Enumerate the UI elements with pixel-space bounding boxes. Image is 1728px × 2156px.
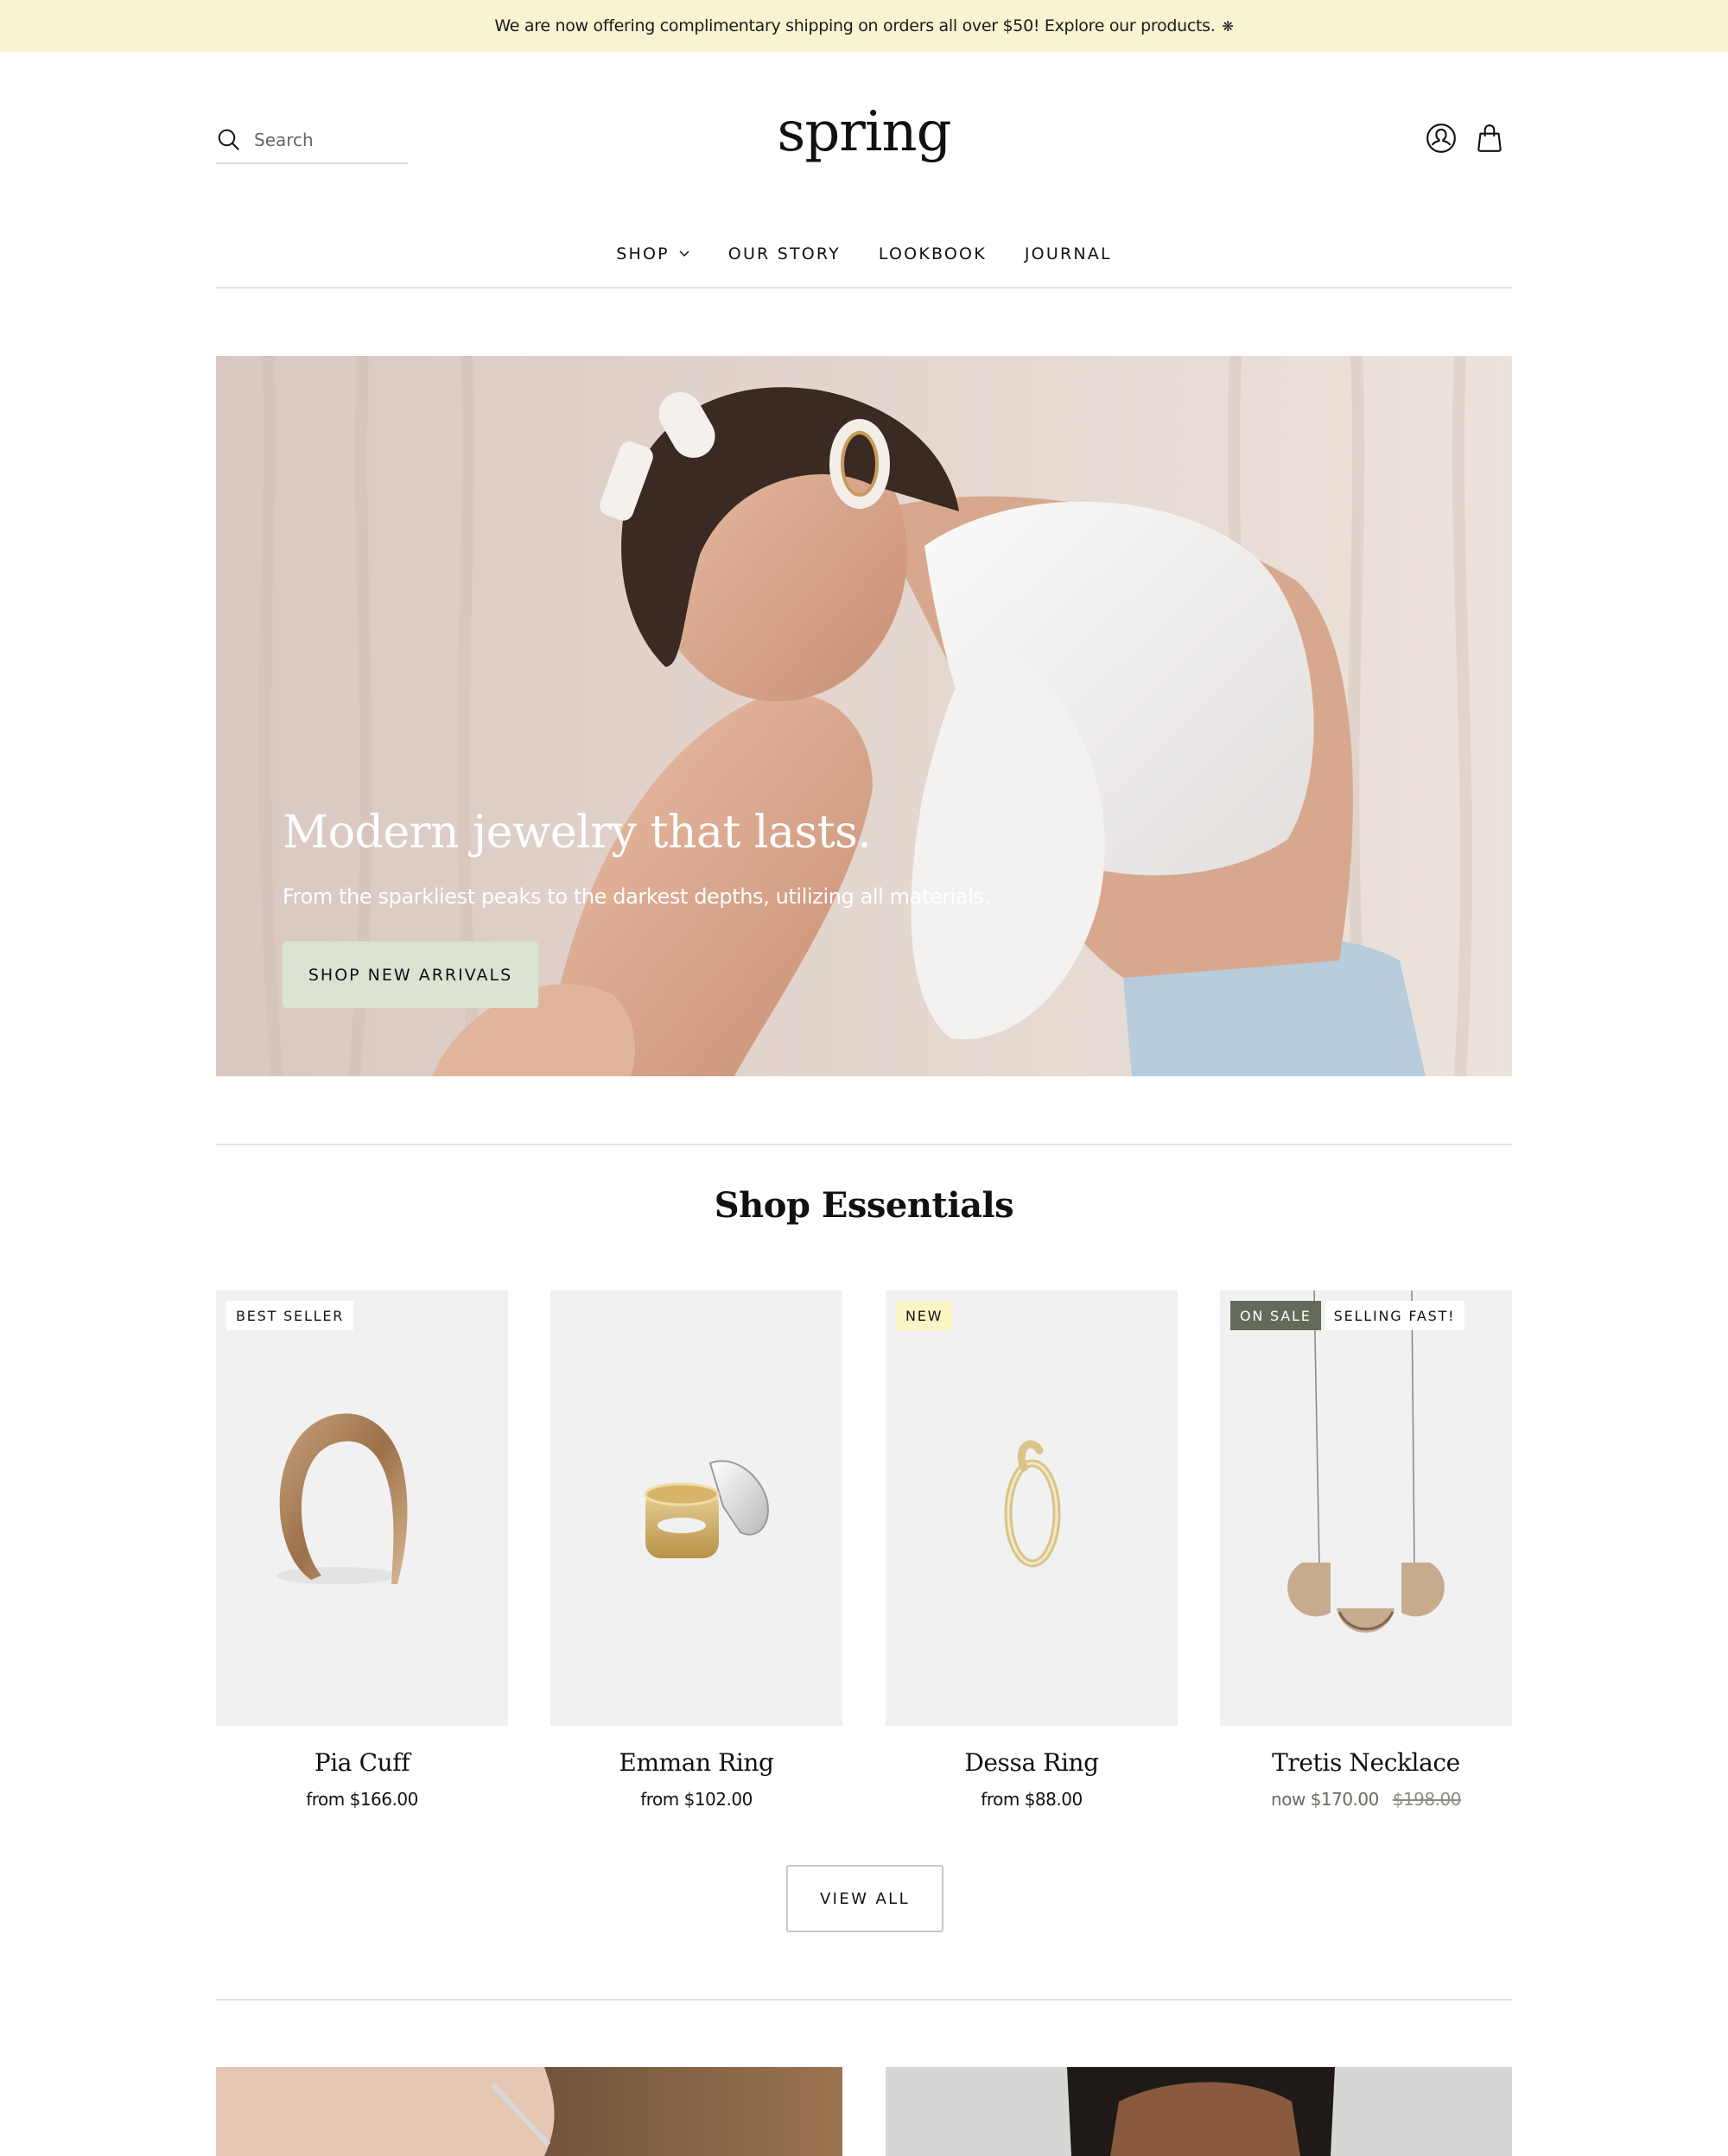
sparkle-icon: ❋: [1222, 17, 1234, 35]
product-image[interactable]: ON SALE SELLING FAST!: [1220, 1290, 1512, 1726]
product-card-dessa-ring[interactable]: NEW Dessa Ring from $88.00: [886, 1290, 1178, 1810]
nav-item-our-story[interactable]: OUR STORY: [728, 244, 841, 263]
view-all-button[interactable]: VIEW ALL: [786, 1865, 943, 1932]
product-name[interactable]: Emman Ring: [550, 1748, 842, 1777]
shop-new-arrivals-button[interactable]: SHOP NEW ARRIVALS: [283, 942, 538, 1008]
badge-group: BEST SELLER: [226, 1301, 354, 1330]
twist-ring-illustration: [1004, 1440, 1061, 1568]
product-card-emman-ring[interactable]: Emman Ring from $102.00: [550, 1290, 842, 1810]
hero-subtitle: From the sparkliest peaks to the darkest…: [283, 885, 990, 909]
new-badge: NEW: [896, 1301, 953, 1330]
nav-item-label: LOOKBOOK: [878, 244, 987, 263]
search-icon[interactable]: [216, 127, 242, 153]
product-image[interactable]: [550, 1290, 842, 1726]
product-price: from $102.00: [640, 1789, 753, 1810]
account-button[interactable]: [1424, 121, 1458, 155]
nav-item-label: SHOP: [616, 244, 670, 263]
section-divider: [216, 1999, 1512, 2001]
shopping-bag-icon: [1477, 124, 1502, 152]
product-price: from $88.00: [981, 1789, 1083, 1810]
announcement-bar: We are now offering complimentary shippi…: [0, 0, 1728, 52]
product-image[interactable]: NEW: [886, 1290, 1178, 1726]
hero-title: Modern jewelry that lasts.: [283, 807, 872, 859]
portrait-photo: [886, 2067, 1512, 2156]
product-name[interactable]: Tretis Necklace: [1220, 1748, 1512, 1777]
product-name[interactable]: Pia Cuff: [216, 1748, 508, 1777]
search-field[interactable]: [216, 121, 408, 164]
product-card-pia-cuff[interactable]: BEST SELLER Pia Cuff from $166.00: [216, 1290, 508, 1810]
compare-at-price: $198.00: [1392, 1789, 1462, 1810]
product-card-tretis-necklace[interactable]: ON SALE SELLING FAST! Tretis Necklace no…: [1220, 1290, 1512, 1810]
nav-item-label: OUR STORY: [727, 244, 841, 263]
badge-group: ON SALE SELLING FAST!: [1230, 1301, 1465, 1330]
cart-button[interactable]: [1472, 121, 1507, 155]
cuff-bracelet-illustration: [276, 1413, 408, 1584]
site-logo[interactable]: spring: [734, 93, 994, 171]
announcement-text: We are now offering complimentary shippi…: [494, 16, 1216, 35]
nav-item-lookbook[interactable]: LOOKBOOK: [879, 244, 987, 263]
sale-price: now $170.00: [1271, 1789, 1379, 1810]
ear-hand-photo: [216, 2067, 842, 2156]
stacked-rings-illustration: [644, 1460, 769, 1558]
feature-image-right[interactable]: [886, 2067, 1512, 2156]
pendant-necklace-illustration: [1287, 1290, 1445, 1633]
search-input[interactable]: [254, 130, 401, 150]
product-name[interactable]: Dessa Ring: [886, 1748, 1178, 1777]
product-price: from $166.00: [306, 1789, 418, 1810]
feature-image-left[interactable]: [216, 2067, 842, 2156]
account-icon: [1426, 124, 1456, 153]
nav-item-journal[interactable]: JOURNAL: [1025, 244, 1112, 263]
on-sale-badge: ON SALE: [1230, 1301, 1321, 1330]
section-title: Shop Essentials: [714, 1185, 1014, 1226]
nav-item-shop[interactable]: SHOP: [616, 244, 690, 263]
section-divider: [216, 1144, 1512, 1145]
selling-fast-badge: SELLING FAST!: [1324, 1301, 1465, 1330]
product-price: now $170.00 $198.00: [1220, 1789, 1512, 1810]
product-image[interactable]: BEST SELLER: [216, 1290, 508, 1726]
chevron-down-icon: [679, 250, 689, 257]
badge-group: NEW: [896, 1301, 953, 1330]
best-seller-badge: BEST SELLER: [226, 1301, 354, 1330]
nav-item-label: JOURNAL: [1024, 244, 1112, 263]
main-nav: SHOP OUR STORY LOOKBOOK JOURNAL: [216, 233, 1512, 289]
hero-banner: Modern jewelry that lasts. From the spar…: [216, 356, 1512, 1076]
